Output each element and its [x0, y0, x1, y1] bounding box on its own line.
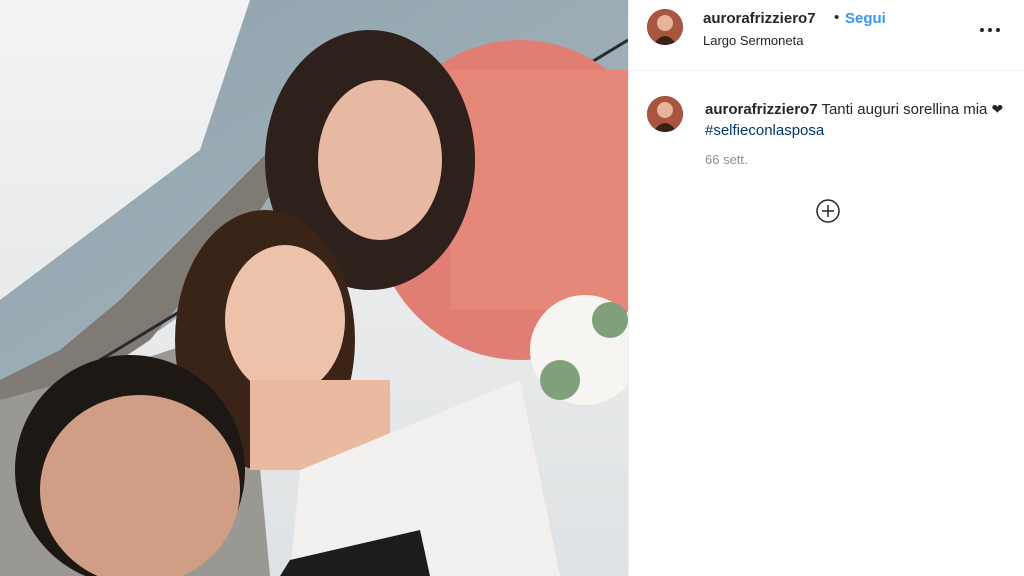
caption-comment: aurorafrizziero7 Tanti auguri sorellina … — [629, 71, 1024, 181]
hashtag-link[interactable]: #selfieconlasposa — [705, 122, 824, 139]
post-side-panel: aurorafrizziero7 • Segui Largo Sermoneta… — [628, 0, 1024, 576]
caption-text: aurorafrizziero7 Tanti auguri sorellina … — [705, 99, 1005, 141]
comment-username[interactable]: aurorafrizziero7 — [705, 101, 818, 118]
comment-avatar[interactable] — [647, 96, 683, 132]
follow-button[interactable]: Segui — [845, 10, 886, 27]
post-header: aurorafrizziero7 • Segui Largo Sermoneta — [629, 0, 1024, 71]
post-photo[interactable] — [0, 0, 628, 576]
heart-icon: ❤ — [991, 101, 1004, 117]
avatar[interactable] — [647, 9, 683, 45]
comment-body: Tanti auguri sorellina mia — [821, 101, 988, 118]
separator-dot: • — [834, 9, 840, 26]
add-circle-icon[interactable] — [816, 199, 840, 223]
post-photo-image — [0, 0, 628, 576]
comment-timestamp[interactable]: 66 sett. — [705, 152, 748, 167]
post-location[interactable]: Largo Sermoneta — [703, 33, 803, 48]
post-username[interactable]: aurorafrizziero7 — [703, 10, 816, 27]
more-options-icon[interactable] — [980, 20, 1002, 40]
